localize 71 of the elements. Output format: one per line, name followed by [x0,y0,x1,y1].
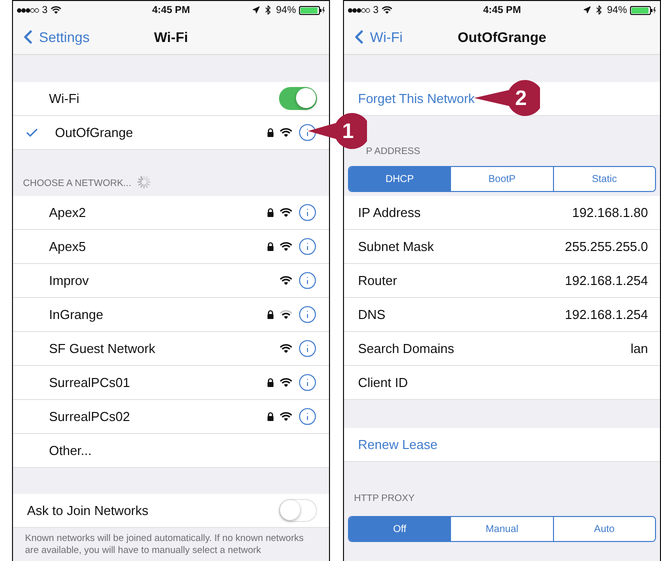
forget-network-link[interactable]: Forget This Network [358,91,475,106]
back-button[interactable]: Wi-Fi [344,26,403,48]
field-label: Router [358,273,398,288]
field-label: DNS [358,307,386,322]
field-value: 192.168.1.80 [572,205,648,220]
wifi-signal-icon [50,6,61,14]
bluetooth-icon [594,5,604,15]
signal-strength-icon [17,8,39,12]
info-icon[interactable] [298,123,317,142]
footer-note: Known networks will be joined automatically. If no known networks are available, you will have to manually select a network [24,532,305,556]
network-name[interactable]: SurrealPCs02 [49,409,261,424]
loading-spinner-icon [137,175,152,189]
battery-icon [299,6,326,14]
segment-button[interactable]: Static [552,167,655,191]
back-button[interactable]: Settings [13,26,90,48]
wifi-signal-icon [280,276,292,285]
wifi-signal-icon [382,6,392,14]
battery-percent: 94% [607,4,628,16]
row-label: Wi-Fi [49,91,80,106]
bluetooth-icon [263,5,273,15]
signal-strength-icon [348,8,370,12]
network-name[interactable]: SurrealPCs01 [49,375,261,390]
info-icon[interactable] [298,305,317,324]
section-header: HTTP PROXY [354,493,415,504]
field-value: 192.168.1.254 [564,307,648,322]
location-arrow-icon [583,6,591,14]
info-icon[interactable] [298,203,317,222]
location-arrow-icon [252,6,260,14]
wifi-signal-icon [280,344,292,353]
info-icon[interactable] [298,373,317,392]
wifi-signal-icon [280,208,292,217]
wifi-signal-icon [280,242,292,251]
segment-button[interactable]: DHCP [349,167,450,191]
field-label: Subnet Mask [358,239,435,254]
network-name[interactable]: Apex5 [49,239,261,254]
field-value: 192.168.1.254 [564,273,648,288]
network-name[interactable]: Improv [49,273,274,288]
status-time: 4:45 PM [483,4,521,16]
segment-button[interactable]: Off [349,517,450,541]
toggle-switch[interactable] [279,87,317,110]
status-time: 4:45 PM [152,4,190,16]
network-name[interactable]: SF Guest Network [49,341,274,356]
field-value: 255.255.255.0 [564,239,648,254]
field-value: lan [630,341,648,356]
wifi-signal-icon [280,412,292,421]
carrier-name: 3 [373,4,379,16]
network-name[interactable]: InGrange [49,307,261,322]
info-icon[interactable] [298,237,317,256]
field-label: Search Domains [358,341,456,356]
screen-title: OutOfGrange [458,28,546,44]
battery-percent: 94% [276,4,296,16]
wifi-signal-icon [280,128,292,137]
screen-title: Wi-Fi [154,28,188,44]
row-label: Ask to Join Networks [27,503,150,518]
info-icon[interactable] [298,339,317,358]
info-icon[interactable] [298,271,317,290]
info-icon[interactable] [298,407,317,426]
field-label: Client ID [358,375,409,390]
network-name[interactable]: OutOfGrange [55,125,261,140]
section-header: P ADDRESS [366,146,420,157]
network-name[interactable]: Apex2 [49,205,261,220]
callout-marker: 1 [306,110,367,152]
battery-icon [630,6,656,14]
section-header: CHOOSE A NETWORK... [23,178,132,189]
wifi-signal-icon [280,310,292,319]
segment-button[interactable]: Auto [552,517,655,541]
carrier-name: 3 [42,4,48,16]
wifi-signal-icon [280,378,292,387]
other-network-link[interactable]: Other... [49,443,317,458]
renew-lease-link[interactable]: Renew Lease [358,437,438,452]
field-label: IP Address [358,205,422,220]
